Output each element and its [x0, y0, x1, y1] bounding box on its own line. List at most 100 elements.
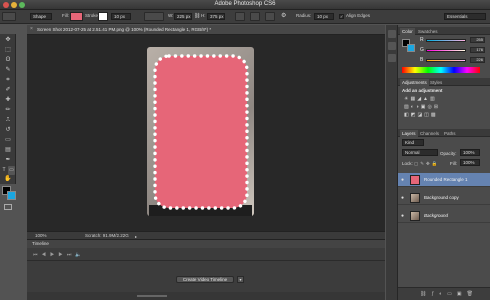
red-label: R [420, 37, 424, 43]
blend-mode-select[interactable]: Normal [402, 149, 438, 156]
playback-controls[interactable]: ⏮◀▶▶⏭🔈 [33, 252, 86, 258]
green-slider[interactable] [426, 49, 466, 52]
layer-name: Background copy [424, 195, 459, 200]
adjustment-icons-row-2[interactable]: ▨◐◑▣◎⊞ [404, 104, 440, 110]
lock-icons[interactable]: ▢✎✥🔒 [414, 161, 439, 167]
color-background-swatch[interactable] [407, 44, 415, 52]
stroke-width-field[interactable]: 10 px [111, 13, 131, 20]
adjustment-icons-row-3[interactable]: ◧◩◪◫▩ [404, 112, 438, 118]
type-tool-icon[interactable]: T [1, 166, 7, 175]
tab-adjustments[interactable]: Adjustments [400, 79, 429, 86]
fill-swatch[interactable] [70, 12, 83, 21]
layer-actions-icons[interactable]: ⛓ƒ◐▭▣🗑 [420, 291, 478, 297]
stroke-type-select[interactable] [144, 12, 164, 21]
opacity-field[interactable]: 100% [460, 149, 480, 156]
properties-panel-icon[interactable] [388, 42, 396, 50]
align-edges-label: Align Edges [346, 13, 371, 18]
window-title: Adobe Photoshop CS6 [214, 1, 276, 7]
history-brush-tool-icon[interactable]: ↺ [2, 126, 14, 135]
timeline-zoom-slider[interactable] [137, 295, 167, 297]
eye-icon[interactable]: ● [401, 177, 404, 183]
timeline-title: Timeline [32, 241, 49, 246]
status-bar: 100% Scratch: 91.9M/2.22G ▸ [27, 231, 385, 239]
layer-name: Rounded Rectangle 1 [424, 177, 468, 182]
width-field[interactable]: 225 px [174, 13, 192, 20]
layer-name: Background [424, 213, 449, 218]
layers-panel-tabs: Layers Channels Paths [398, 129, 490, 137]
eyedropper-tool-icon[interactable]: ✐ [2, 86, 14, 95]
quick-selection-tool-icon[interactable]: ✎ [2, 66, 14, 75]
chevron-down-icon[interactable]: ▾ [237, 276, 244, 283]
path-arrangement-icon[interactable] [265, 12, 275, 21]
pen-tool-icon[interactable]: ✒ [2, 156, 14, 165]
tab-paths[interactable]: Paths [442, 130, 458, 137]
crop-tool-icon[interactable]: ⌗ [2, 76, 14, 85]
opacity-label: Opacity: [440, 151, 457, 156]
red-value[interactable]: 255 [470, 37, 485, 43]
red-slider[interactable] [426, 39, 466, 42]
path-alignment-icon[interactable] [250, 12, 260, 21]
layer-row-background-copy[interactable]: ● Background copy [398, 191, 490, 205]
background-color-swatch[interactable] [7, 191, 16, 200]
brush-tool-icon[interactable]: ✏ [2, 106, 14, 115]
layer-row-background[interactable]: ● Background [398, 209, 490, 223]
eye-icon[interactable]: ● [401, 213, 404, 219]
align-edges-checkbox[interactable]: ✓ [339, 14, 344, 19]
history-panel-icon[interactable] [388, 30, 396, 38]
blue-value[interactable]: 226 [470, 57, 485, 63]
layer-row-rounded-rectangle[interactable]: ● Rounded Rectangle 1 [398, 173, 490, 187]
eraser-tool-icon[interactable]: ▭ [2, 136, 14, 145]
lasso-tool-icon[interactable]: ʘ [2, 56, 14, 65]
layer-filter-kind[interactable]: Kind [402, 139, 424, 146]
timeline-divider [27, 260, 385, 261]
tab-color[interactable]: Color [400, 28, 415, 35]
adjustment-icons-row-1[interactable]: ☀▦◢▲▥ [404, 96, 437, 102]
timeline-panel: Timeline ⏮◀▶▶⏭🔈 Create Video Timeline ▾ [27, 239, 385, 300]
adjustments-heading: Add an adjustment [402, 88, 443, 93]
scratch-info[interactable]: Scratch: 91.9M/2.22G [85, 233, 129, 238]
hand-tool-icon[interactable]: ✋ [2, 175, 14, 184]
tab-styles[interactable]: Styles [428, 79, 444, 86]
height-field[interactable]: 375 px [207, 13, 225, 20]
link-icon[interactable]: ⛓ [194, 13, 200, 19]
color-panel-tabs: Color Swatches [398, 27, 490, 35]
document-tab-title: Screen Shot 2012-07-25 at 2.51.41 PM.png… [37, 27, 212, 32]
timeline-header: Timeline [27, 240, 385, 248]
document-tab[interactable]: × Screen Shot 2012-07-25 at 2.51.41 PM.p… [27, 25, 385, 35]
close-document-icon[interactable]: × [30, 26, 33, 32]
green-value[interactable]: 176 [470, 47, 485, 53]
lock-label: Lock: [402, 161, 413, 166]
marquee-tool-icon[interactable]: ⬚ [2, 46, 14, 55]
layers-footer: ⛓ƒ◐▭▣🗑 [398, 287, 490, 300]
rounded-rectangle-tool-preset-icon[interactable] [2, 12, 16, 21]
eye-icon[interactable]: ● [401, 195, 404, 201]
zoom-level[interactable]: 100% [35, 233, 47, 238]
fill-opacity-field[interactable]: 100% [460, 159, 480, 166]
info-panel-icon[interactable] [388, 54, 396, 62]
create-video-timeline-button[interactable]: Create Video Timeline [176, 276, 234, 283]
gradient-tool-icon[interactable]: ▤ [2, 146, 14, 155]
stroke-swatch[interactable] [98, 12, 108, 21]
tab-swatches[interactable]: Swatches [416, 28, 440, 35]
radius-field[interactable]: 10 px [314, 13, 334, 20]
move-tool-icon[interactable]: ✥ [2, 36, 14, 45]
workspace-select[interactable]: Essentials [444, 13, 486, 20]
panel-dock-icons [386, 25, 398, 300]
tab-channels[interactable]: Channels [418, 130, 441, 137]
tab-layers[interactable]: Layers [400, 130, 418, 137]
canvas-area[interactable] [27, 35, 385, 231]
blue-label: B [420, 57, 424, 63]
tool-mode-select[interactable]: Shape [30, 13, 52, 20]
color-spectrum-bar[interactable] [402, 67, 480, 73]
radius-label: Radius: [296, 13, 312, 18]
adjustments-panel-tabs: Adjustments Styles [398, 78, 490, 86]
window-title-bar: Adobe Photoshop CS6 [0, 0, 490, 10]
gear-icon[interactable]: ⚙ [281, 12, 286, 19]
quick-mask-icon[interactable] [4, 204, 12, 210]
rounded-rectangle-shape[interactable] [151, 52, 251, 212]
blue-slider[interactable] [426, 59, 466, 62]
rectangle-tool-icon[interactable]: ▭ [8, 166, 15, 175]
path-operations-icon[interactable] [235, 12, 245, 21]
healing-brush-tool-icon[interactable]: ✚ [2, 96, 14, 105]
clone-stamp-tool-icon[interactable]: ⎍ [2, 116, 14, 125]
